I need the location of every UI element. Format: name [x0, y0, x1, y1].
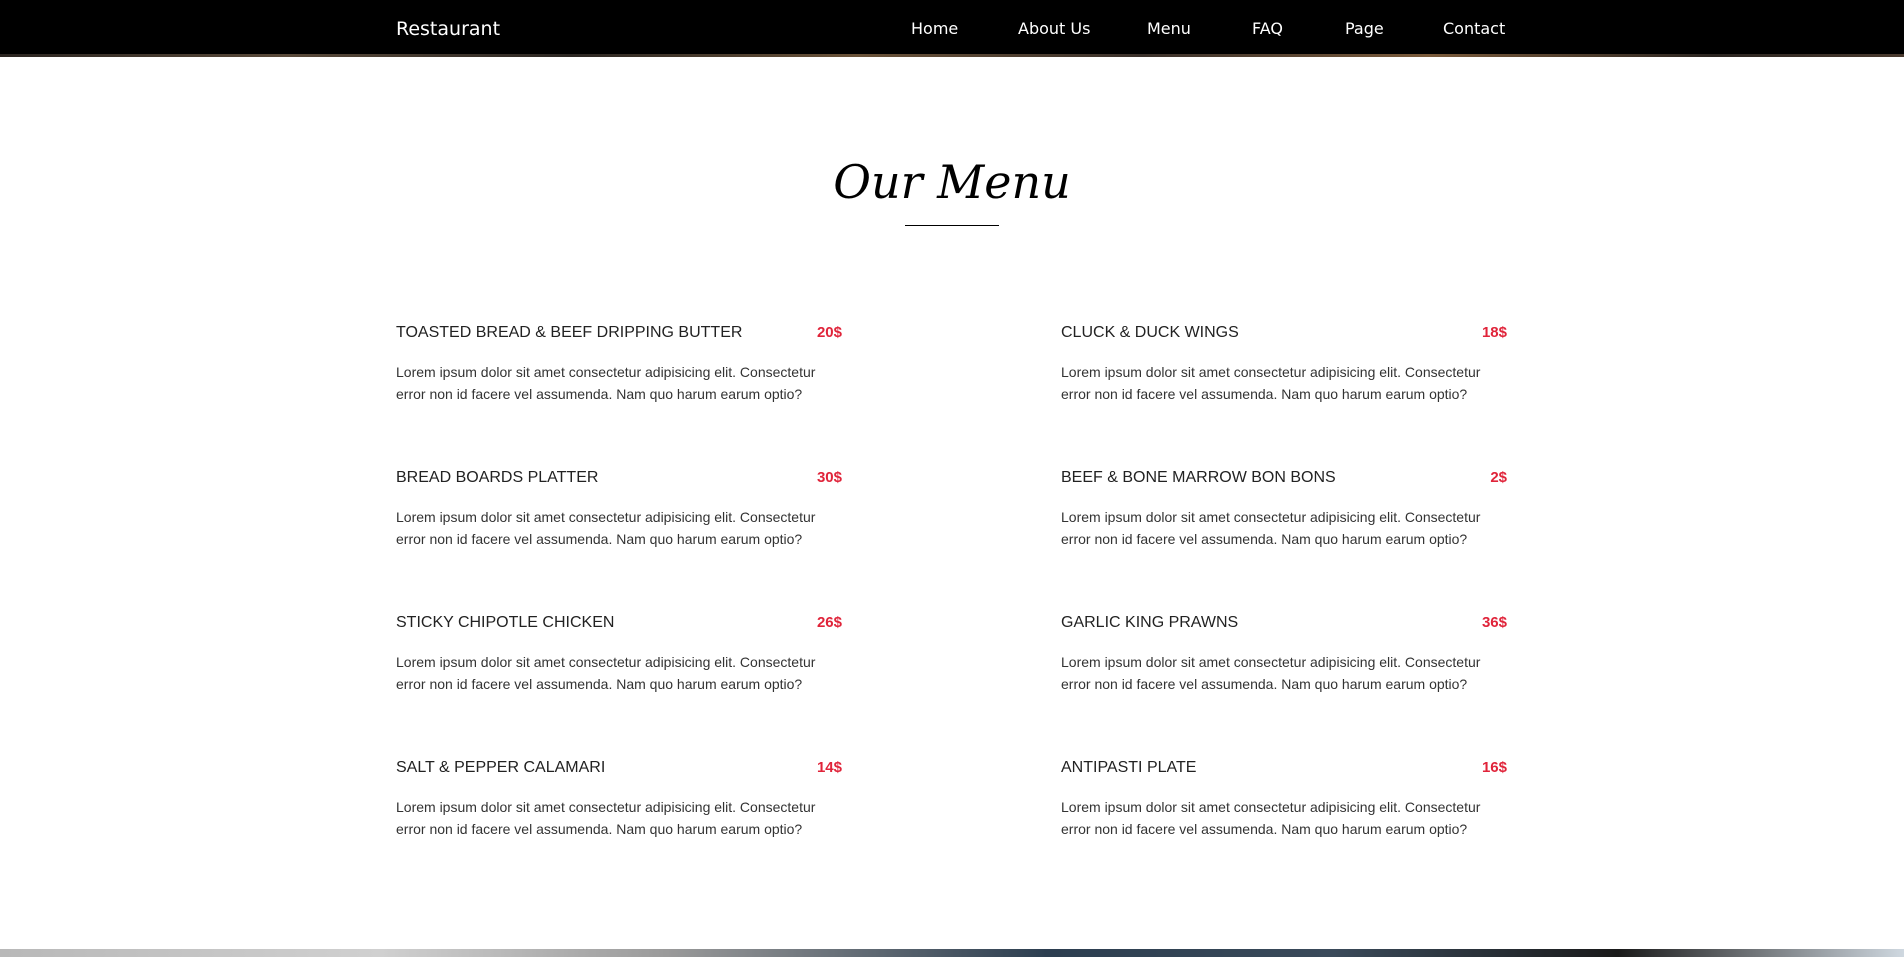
menu-item: STICKY CHIPOTLE CHICKEN 26$ Lorem ipsum … — [396, 613, 842, 723]
nav-link-home[interactable]: Home — [911, 19, 958, 39]
menu-item: TOASTED BREAD & BEEF DRIPPING BUTTER 20$… — [396, 323, 842, 433]
menu-item-description: Lorem ipsum dolor sit amet consectetur a… — [396, 509, 816, 547]
nav-link-page[interactable]: Page — [1345, 19, 1384, 39]
next-section-image-edge — [0, 949, 1904, 957]
title-divider — [905, 225, 999, 226]
menu-item-description: Lorem ipsum dolor sit amet consectetur a… — [396, 654, 816, 692]
menu-item-price: 2$ — [1490, 469, 1507, 486]
menu-item-price: 18$ — [1481, 324, 1507, 341]
menu-item: ANTIPASTI PLATE 16$ Lorem ipsum dolor si… — [1061, 758, 1507, 868]
menu-item: CLUCK & DUCK WINGS 18$ Lorem ipsum dolor… — [1061, 323, 1507, 433]
menu-item-price: 14$ — [816, 759, 842, 776]
section-title: Our Menu — [833, 155, 1071, 209]
menu-item-name: TOASTED BREAD & BEEF DRIPPING BUTTER — [396, 324, 743, 341]
hero-image-edge — [0, 54, 1904, 57]
nav-link-contact[interactable]: Contact — [1443, 19, 1505, 39]
menu-item-price: 36$ — [1481, 614, 1507, 631]
menu-item-description: Lorem ipsum dolor sit amet consectetur a… — [396, 799, 816, 837]
nav-link-faq[interactable]: FAQ — [1252, 19, 1283, 39]
menu-item-name: BEEF & BONE MARROW BON BONS — [1061, 469, 1336, 486]
menu-item-name: STICKY CHIPOTLE CHICKEN — [396, 614, 615, 631]
top-navbar: Restaurant Home About Us Menu FAQ Page C… — [0, 0, 1904, 57]
menu-item-name: ANTIPASTI PLATE — [1061, 759, 1197, 776]
menu-item: BEEF & BONE MARROW BON BONS 2$ Lorem ips… — [1061, 468, 1507, 578]
menu-item-description: Lorem ipsum dolor sit amet consectetur a… — [1061, 799, 1481, 837]
brand-logo-link[interactable]: Restaurant — [396, 17, 500, 41]
menu-item: BREAD BOARDS PLATTER 30$ Lorem ipsum dol… — [396, 468, 842, 578]
menu-item-price: 16$ — [1481, 759, 1507, 776]
menu-item: SALT & PEPPER CALAMARI 14$ Lorem ipsum d… — [396, 758, 842, 868]
menu-item-name: BREAD BOARDS PLATTER — [396, 469, 599, 486]
menu-item-name: GARLIC KING PRAWNS — [1061, 614, 1239, 631]
menu-item-description: Lorem ipsum dolor sit amet consectetur a… — [396, 364, 816, 402]
menu-item: GARLIC KING PRAWNS 36$ Lorem ipsum dolor… — [1061, 613, 1507, 723]
menu-item-description: Lorem ipsum dolor sit amet consectetur a… — [1061, 654, 1481, 692]
menu-item-price: 30$ — [816, 469, 842, 486]
menu-item-name: CLUCK & DUCK WINGS — [1061, 324, 1239, 341]
nav-link-about-us[interactable]: About Us — [1018, 19, 1090, 39]
menu-item-description: Lorem ipsum dolor sit amet consectetur a… — [1061, 509, 1481, 547]
menu-item-name: SALT & PEPPER CALAMARI — [396, 759, 606, 776]
menu-item-description: Lorem ipsum dolor sit amet consectetur a… — [1061, 364, 1481, 402]
menu-item-price: 20$ — [816, 324, 842, 341]
menu-item-price: 26$ — [816, 614, 842, 631]
nav-link-menu[interactable]: Menu — [1147, 19, 1191, 39]
